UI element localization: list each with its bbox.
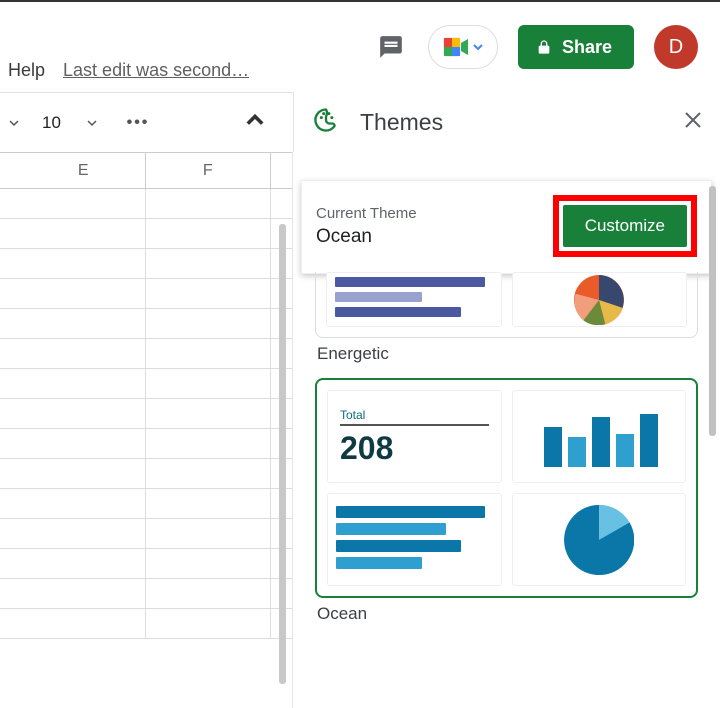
theme-preview-columns	[512, 390, 687, 483]
toolbar-overflow[interactable]: •••	[118, 114, 158, 132]
panel-scrollbar[interactable]	[709, 186, 716, 436]
palette-icon	[312, 106, 340, 139]
comments-icon[interactable]	[374, 30, 408, 64]
last-edit-link[interactable]: Last edit was second…	[63, 60, 249, 81]
collapse-toolbar-icon[interactable]	[246, 111, 264, 134]
font-size-value: 10	[42, 113, 61, 133]
current-theme-value: Ocean	[316, 226, 417, 248]
customize-button[interactable]: Customize	[563, 205, 687, 247]
current-theme-card: Current Theme Ocean Customize	[301, 180, 712, 274]
theme-option-energetic[interactable]	[315, 272, 698, 338]
themes-panel: Themes Current Theme Ocean Customize	[292, 152, 720, 708]
close-panel-icon[interactable]	[684, 109, 702, 135]
chevron-down-icon	[473, 42, 483, 52]
chevron-down-icon	[9, 118, 19, 128]
menu-help[interactable]: Help	[8, 60, 45, 81]
kpi-label: Total	[340, 408, 489, 426]
theme-name-label: Energetic	[317, 344, 720, 364]
column-header-e[interactable]: E	[21, 153, 146, 188]
panel-title: Themes	[360, 109, 443, 136]
current-theme-label: Current Theme	[316, 205, 417, 222]
theme-preview-pie	[512, 493, 687, 586]
sheet-scrollbar[interactable]	[279, 224, 286, 684]
tutorial-highlight: Customize	[553, 195, 697, 257]
theme-preview-table	[326, 272, 502, 327]
kpi-value: 208	[340, 430, 489, 467]
share-button[interactable]: Share	[518, 25, 634, 69]
avatar-initial: D	[669, 36, 683, 59]
column-header-blank[interactable]	[0, 153, 21, 188]
lock-icon	[536, 39, 552, 55]
spreadsheet-grid[interactable]: E F	[0, 152, 292, 708]
share-label: Share	[562, 37, 612, 58]
theme-preview-kpi: Total 208	[327, 390, 502, 483]
meet-dropdown[interactable]	[428, 25, 498, 69]
theme-preview-pie	[512, 272, 688, 327]
column-header-f[interactable]: F	[146, 153, 271, 188]
column-header-partial[interactable]	[271, 153, 292, 188]
theme-name-label: Ocean	[317, 604, 720, 624]
chevron-down-icon	[87, 118, 97, 128]
font-size-selector[interactable]: 10	[28, 113, 118, 133]
theme-preview-table	[327, 493, 502, 586]
pie-chart-icon	[564, 505, 634, 575]
meet-icon	[443, 37, 469, 57]
pie-chart-icon	[574, 275, 624, 325]
column-chart-icon	[534, 402, 664, 472]
toolbar-dropdown-a[interactable]	[0, 118, 28, 128]
account-avatar[interactable]: D	[654, 25, 698, 69]
theme-option-ocean[interactable]: Total 208	[315, 378, 698, 598]
